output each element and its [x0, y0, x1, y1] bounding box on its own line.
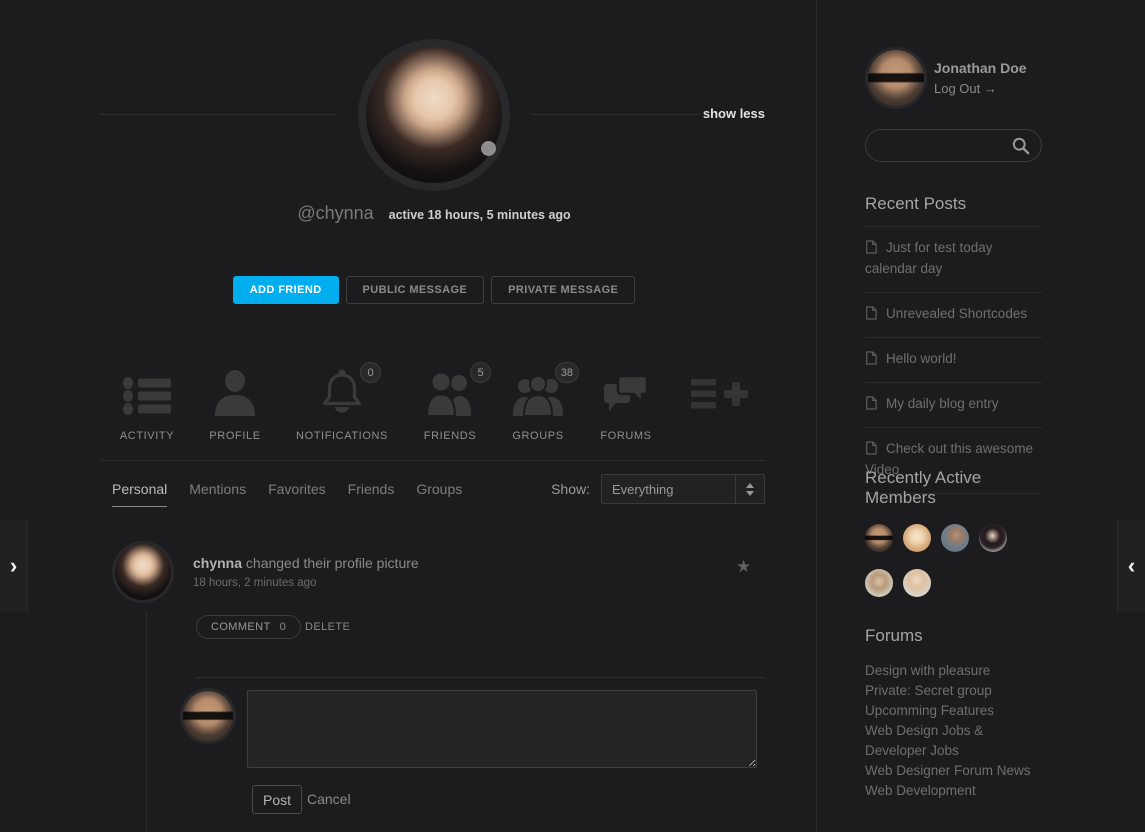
groups-icon — [513, 376, 563, 421]
sidebar-divider — [816, 0, 817, 832]
nav-divider — [100, 460, 765, 461]
add-friend-button[interactable]: ADD FRIEND — [233, 276, 339, 304]
nav-label: FORUMS — [600, 430, 651, 442]
member-avatar[interactable] — [865, 569, 893, 597]
recent-posts-list: Just for test today calendar day Unrevea… — [865, 227, 1042, 494]
show-less-link[interactable]: show less — [600, 106, 765, 121]
right-panel-toggle[interactable]: ‹ — [1117, 520, 1145, 612]
nav-label: PROFILE — [209, 430, 260, 442]
comment-input[interactable] — [247, 690, 757, 768]
chevron-left-icon: ‹ — [1128, 555, 1135, 577]
forum-item[interactable]: Private: Secret group — [865, 681, 1042, 701]
recent-post-item[interactable]: Unrevealed Shortcodes — [865, 293, 1042, 338]
forums-title: Forums — [865, 626, 1042, 646]
active-members-widget: Recently Active Members — [865, 468, 1042, 597]
nav-label: ACTIVITY — [120, 430, 174, 442]
friends-icon — [425, 372, 475, 421]
forum-item[interactable]: Upcomming Features — [865, 701, 1042, 721]
recent-posts-widget: Recent Posts Just for test today calenda… — [865, 194, 1042, 494]
member-avatar[interactable] — [941, 524, 969, 552]
nav-label: FRIENDS — [424, 430, 476, 442]
favorite-star-icon[interactable]: ★ — [736, 557, 751, 577]
delete-button[interactable]: DELETE — [305, 621, 350, 633]
left-panel-toggle[interactable]: › — [0, 520, 28, 612]
comment-button[interactable]: COMMENT 0 — [196, 615, 301, 639]
forum-item[interactable]: Web Development — [865, 781, 1042, 801]
comment-count: 0 — [280, 621, 287, 633]
logout-link[interactable]: Log Out → — [934, 81, 997, 96]
nav-item-profile[interactable]: PROFILE — [175, 365, 295, 442]
forum-item[interactable]: Web Design Jobs & Developer Jobs — [865, 721, 1042, 761]
document-icon — [865, 441, 877, 455]
show-filter-value: Everything — [602, 482, 735, 497]
profile-active-status: active 18 hours, 5 minutes ago — [389, 208, 571, 222]
active-members-title: Recently Active Members — [865, 468, 1042, 508]
bell-icon — [319, 368, 365, 421]
nav-item-notifications[interactable]: 0 NOTIFICATIONS — [282, 365, 402, 442]
recent-post-item[interactable]: Hello world! — [865, 338, 1042, 383]
search-input[interactable] — [866, 138, 1012, 153]
profile-avatar-ring — [358, 39, 510, 191]
private-message-button[interactable]: PRIVATE MESSAGE — [491, 276, 635, 304]
document-icon — [865, 396, 877, 410]
comment-form-avatar — [183, 691, 233, 741]
select-stepper-icon — [735, 475, 764, 503]
member-avatar[interactable] — [903, 524, 931, 552]
member-avatar[interactable] — [979, 524, 1007, 552]
search-icon[interactable] — [1012, 137, 1030, 155]
activity-user-avatar[interactable] — [115, 544, 171, 600]
forum-item[interactable]: Design with pleasure — [865, 661, 1042, 681]
activity-timestamp: 18 hours, 2 minutes ago — [193, 577, 316, 589]
nav-label: NOTIFICATIONS — [296, 430, 388, 442]
show-filter-select[interactable]: Everything — [601, 474, 765, 504]
forum-item[interactable]: Web Designer Forum News — [865, 761, 1042, 781]
comment-label: COMMENT — [211, 621, 271, 633]
profile-avatar — [366, 47, 502, 183]
activity-thread-line — [146, 612, 147, 832]
profile-username: @chynna — [297, 203, 373, 224]
activity-action: changed their profile picture — [246, 555, 419, 571]
member-avatar[interactable] — [865, 524, 893, 552]
nav-item-add-list[interactable] — [660, 365, 780, 415]
show-filter-label: Show: — [551, 481, 590, 497]
active-members-grid — [865, 524, 1025, 597]
search-box — [865, 129, 1042, 162]
document-icon — [865, 240, 877, 254]
recent-post-item[interactable]: My daily blog entry — [865, 383, 1042, 428]
comment-form-divider — [196, 677, 765, 678]
forums-widget: Forums Design with pleasure Private: Sec… — [865, 626, 1042, 801]
person-icon — [213, 370, 257, 421]
header-line-left — [100, 114, 337, 115]
recent-post-item[interactable]: Just for test today calendar day — [865, 227, 1042, 293]
notifications-badge: 0 — [360, 362, 381, 383]
document-icon — [865, 351, 877, 365]
post-button[interactable]: Post — [252, 785, 302, 814]
activity-user-link[interactable]: chynna — [193, 555, 242, 571]
public-message-button[interactable]: PUBLIC MESSAGE — [346, 276, 485, 304]
activity-list-icon — [123, 376, 171, 421]
chevron-right-icon: › — [10, 555, 17, 577]
activity-text: chynna changed their profile picture — [193, 555, 419, 571]
forums-chat-icon — [603, 374, 649, 421]
member-avatar[interactable] — [903, 569, 931, 597]
sidebar-user-name: Jonathan Doe — [934, 60, 1027, 76]
list-plus-icon — [691, 378, 749, 415]
document-icon — [865, 306, 877, 320]
forums-list: Design with pleasure Private: Secret gro… — [865, 661, 1042, 801]
cancel-link[interactable]: Cancel — [307, 791, 351, 807]
recent-posts-title: Recent Posts — [865, 194, 1042, 227]
nav-label: GROUPS — [512, 430, 563, 442]
status-dot — [481, 141, 496, 156]
sidebar-user-avatar[interactable] — [868, 50, 924, 106]
